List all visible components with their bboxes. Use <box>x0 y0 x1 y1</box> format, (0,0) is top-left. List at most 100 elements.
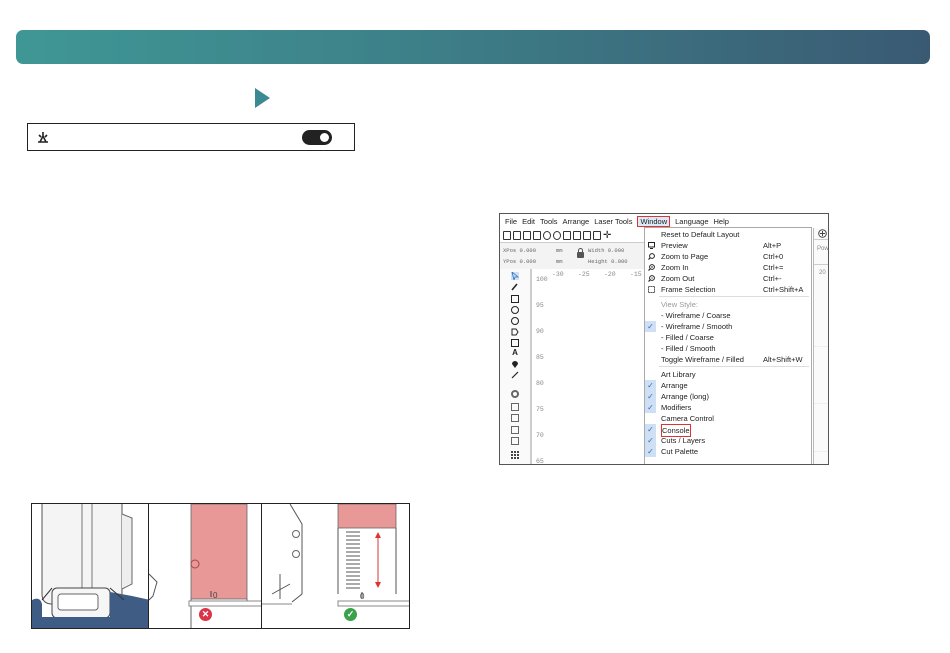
checkmark-icon: ✓ <box>645 321 656 332</box>
move-icon[interactable]: ✛ <box>603 230 611 240</box>
weld-icon[interactable] <box>511 403 519 411</box>
tool-column: A <box>500 269 531 464</box>
menu-item-toggle-wireframe-filled[interactable]: Toggle Wireframe / Filled Alt+Shift+W <box>645 354 811 365</box>
menu-item-modifiers[interactable]: ✓ Modifiers <box>645 402 811 413</box>
menu-item-label: Frame Selection <box>661 285 716 294</box>
grid-array-icon[interactable] <box>511 451 519 459</box>
square-icon[interactable] <box>511 339 519 347</box>
offset-icon[interactable] <box>511 390 519 398</box>
text-icon[interactable]: A <box>511 349 519 357</box>
menu-item-cuts-layers[interactable]: ✓ Cuts / Layers <box>645 435 811 446</box>
menu-window[interactable]: Window <box>637 215 671 227</box>
ruler-top-label: -15 <box>630 271 642 278</box>
polygon-icon[interactable] <box>511 328 519 336</box>
menu-item-label: Toggle Wireframe / Filled <box>661 355 744 364</box>
laser-toggle[interactable] <box>302 130 332 145</box>
menu-item-wireframe-coarse[interactable]: - Wireframe / Coarse <box>645 310 811 321</box>
right-tick: 20 <box>819 270 826 276</box>
ruler-left-label: 90 <box>536 328 544 335</box>
laser-icon <box>38 132 48 143</box>
menu-arrange[interactable]: Arrange <box>563 217 590 226</box>
redo-icon[interactable] <box>553 230 561 240</box>
menu-edit[interactable]: Edit <box>522 217 535 226</box>
menu-item-reset-to-default-layout[interactable]: Reset to Default Layout <box>645 229 811 240</box>
checkmark-icon: ✓ <box>645 424 656 435</box>
copy-icon[interactable] <box>563 230 571 240</box>
export-icon[interactable] <box>533 230 541 240</box>
menu-item-label: Reset to Default Layout <box>661 230 740 239</box>
lock-icon[interactable] <box>577 248 584 258</box>
laser-status-bar <box>27 123 355 151</box>
photo-laser-head <box>31 503 149 629</box>
menu-item-label: Zoom In <box>661 263 689 272</box>
menu-item-zoom-to-page[interactable]: Zoom to Page Ctrl+0 <box>645 251 811 262</box>
menu-item-label: - Wireframe / Coarse <box>661 311 731 320</box>
menu-item-label: Camera Control <box>661 414 714 423</box>
menu-item-shortcut: Ctrl+0 <box>763 252 784 261</box>
new-file-icon[interactable] <box>503 230 511 240</box>
ruler-mark: 0 <box>213 591 218 600</box>
laser-head-illustration <box>32 504 148 628</box>
menu-item-filled-coarse[interactable]: - Filled / Coarse <box>645 332 811 343</box>
menu-language[interactable]: Language <box>675 217 708 226</box>
open-folder-icon[interactable] <box>513 230 521 240</box>
circle-icon[interactable] <box>511 317 519 325</box>
paste-icon[interactable] <box>583 230 591 240</box>
checkmark-icon: ✓ <box>645 402 656 413</box>
boolean-icon[interactable] <box>511 414 519 422</box>
ruler-left-label: 80 <box>536 380 544 387</box>
menu-item-cut-palette[interactable]: ✓ Cut Palette <box>645 446 811 457</box>
menu-tools[interactable]: Tools <box>540 217 558 226</box>
undo-icon[interactable] <box>543 230 551 240</box>
monitor-icon <box>648 242 655 249</box>
xpos-field[interactable]: XPos 0.000 <box>503 247 536 254</box>
menu-item-camera-control[interactable]: Camera Control <box>645 413 811 424</box>
menu-laser-tools[interactable]: Laser Tools <box>594 217 632 226</box>
menu-item-shortcut: Ctrl+- <box>763 274 782 283</box>
ruler-left-label: 100 <box>536 276 548 283</box>
menu-item-preview[interactable]: Preview Alt+P <box>645 240 811 251</box>
wrong-x-icon: ✕ <box>199 608 212 621</box>
position-fields: XPos 0.000 YPos 0.000 mm mm Width 0.000 … <box>500 242 645 270</box>
pen-icon[interactable] <box>511 283 519 291</box>
menu-item-art-library[interactable]: Art Library <box>645 369 811 380</box>
menu-help[interactable]: Help <box>714 217 729 226</box>
add-circle-icon[interactable] <box>818 229 827 238</box>
menu-item-zoom-out[interactable]: Zoom Out Ctrl+- <box>645 273 811 284</box>
ruler-top-label: -30 <box>552 271 564 278</box>
canvas-area[interactable]: -30 -25 -20 -15 100 95 90 85 80 75 70 65 <box>531 269 644 464</box>
menu-item-console[interactable]: ✓ Console <box>645 424 811 437</box>
intersect-icon[interactable] <box>511 426 519 434</box>
menu-item-zoom-in[interactable]: Zoom In Ctrl+= <box>645 262 811 273</box>
menu-item-arrange[interactable]: ✓ Arrange <box>645 380 811 391</box>
menu-item-view-style: View Style: <box>645 299 811 310</box>
menu-item-label: - Filled / Smooth <box>661 344 716 353</box>
checkmark-icon: ✓ <box>645 391 656 402</box>
cut-icon[interactable] <box>573 230 581 240</box>
menu-file[interactable]: File <box>505 217 517 226</box>
select-arrow-icon[interactable] <box>511 272 519 280</box>
subtract-icon[interactable] <box>511 437 519 445</box>
menu-item-label: Zoom to Page <box>661 252 709 261</box>
menu-item-arrange-long[interactable]: ✓ Arrange (long) <box>645 391 811 402</box>
ellipse-icon[interactable] <box>511 306 519 314</box>
ypos-field[interactable]: YPos 0.000 <box>503 258 536 265</box>
menu-item-frame-selection[interactable]: Frame Selection Ctrl+Shift+A <box>645 284 811 295</box>
delete-icon[interactable] <box>593 230 601 240</box>
menu-separator <box>659 296 809 297</box>
menu-item-filled-smooth[interactable]: - Filled / Smooth <box>645 343 811 354</box>
software-screenshot: File Edit Tools Arrange Laser Tools Window Lan… <box>499 213 829 465</box>
position-pin-icon[interactable] <box>511 360 519 368</box>
menu-item-label: Modifiers <box>661 403 692 412</box>
checkmark-icon: ✓ <box>645 380 656 391</box>
width-field[interactable]: Width 0.000 <box>588 247 624 254</box>
menu-item-shortcut: Ctrl+Shift+A <box>763 285 804 294</box>
rectangle-icon[interactable] <box>511 295 519 303</box>
measure-icon[interactable] <box>511 371 519 379</box>
save-icon[interactable] <box>523 230 531 240</box>
ruler-left-label: 95 <box>536 302 544 309</box>
height-field[interactable]: Height 0.000 <box>588 258 628 265</box>
menu-item-wireframe-smooth[interactable]: ✓ - Wireframe / Smooth <box>645 321 811 332</box>
right-panel: Pow 20 <box>813 228 828 464</box>
photo-correct-distance: ✓ 0 <box>261 503 410 629</box>
